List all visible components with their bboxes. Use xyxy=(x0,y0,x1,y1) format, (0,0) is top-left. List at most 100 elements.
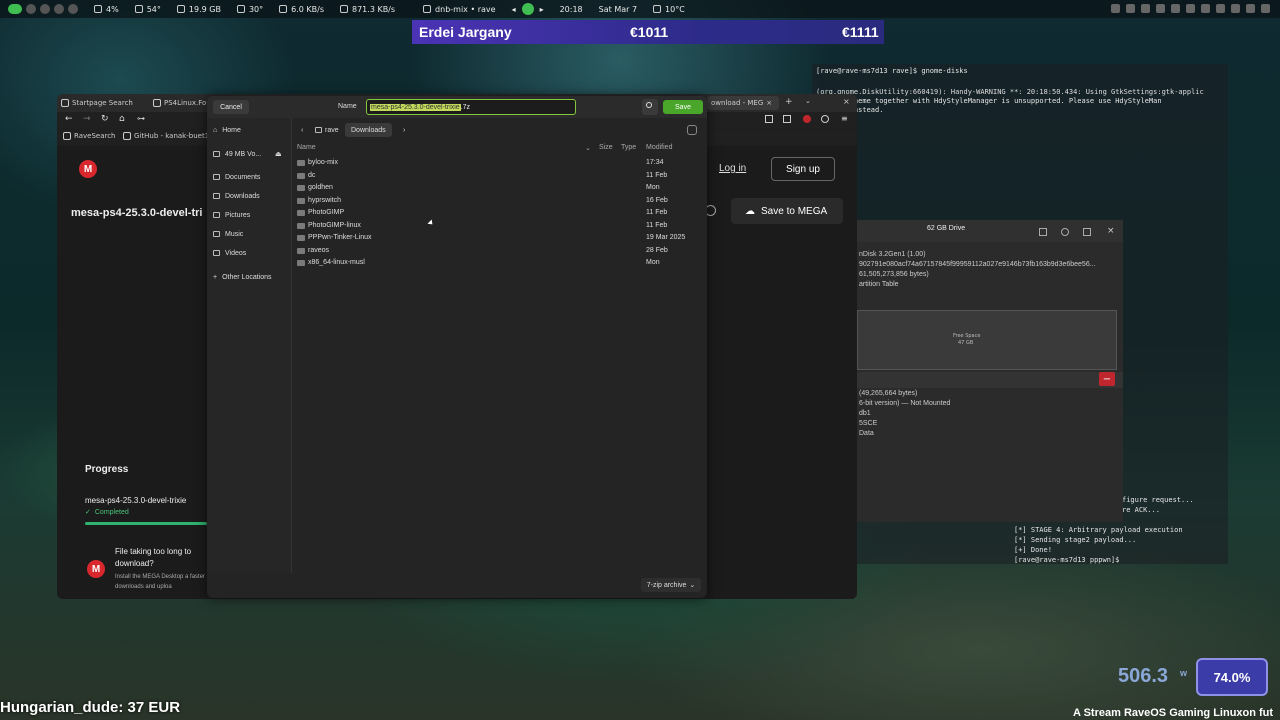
sidebar-item-downloads[interactable]: Downloads xyxy=(207,188,292,204)
folder-icon xyxy=(297,222,305,229)
workspace-indicator[interactable] xyxy=(0,0,86,18)
save-to-mega-button[interactable]: ☁ Save to MEGA xyxy=(731,198,843,224)
next-track-icon[interactable]: ▸ xyxy=(540,5,544,14)
path-forward-icon[interactable]: › xyxy=(397,123,411,137)
power-unit: w xyxy=(1180,668,1188,678)
tray-icon-11[interactable] xyxy=(1261,4,1270,13)
clock[interactable]: 20:18 xyxy=(560,5,583,14)
close-window-icon[interactable]: × xyxy=(843,97,850,106)
workspace-1[interactable] xyxy=(8,4,22,14)
eject-icon[interactable]: ⏏ xyxy=(275,150,282,158)
tray-icon-3[interactable] xyxy=(1141,4,1150,13)
tab-list-icon[interactable]: ⌄ xyxy=(805,97,811,105)
menu-icon[interactable] xyxy=(1083,228,1091,236)
column-modified[interactable]: Modified xyxy=(646,144,672,151)
workspace-2[interactable] xyxy=(26,4,36,14)
date[interactable]: Sat Mar 7 xyxy=(599,5,637,14)
workspace-4[interactable] xyxy=(54,4,64,14)
column-type[interactable]: Type xyxy=(621,144,636,151)
tray-icon-9[interactable] xyxy=(1231,4,1240,13)
volume-size: (49,265,664 bytes) xyxy=(859,390,918,397)
file-row[interactable]: PhotoGIMP-linux 11 Feb xyxy=(293,220,707,233)
gnome-disks-window[interactable]: 62 GB Drive × nDisk 3.2Gen1 (1.00) 90279… xyxy=(857,220,1123,522)
terminal-prompt[interactable]: [rave@rave-ms7d13 pppwn]$ xyxy=(1014,556,1124,565)
tray-icon-8[interactable] xyxy=(1216,4,1225,13)
sidebar-item-music[interactable]: Music xyxy=(207,226,292,242)
previous-track-icon[interactable]: ◂ xyxy=(512,5,516,14)
file-row[interactable]: hyprswitch 16 Feb xyxy=(293,195,707,208)
sort-chevron-icon[interactable]: ⌄ xyxy=(585,144,591,152)
tab-mega-download[interactable]: ownload - MEG × xyxy=(707,96,779,110)
tray-icon-5[interactable] xyxy=(1171,4,1180,13)
cancel-button[interactable]: Cancel xyxy=(213,100,249,114)
sidebar-item-pictures[interactable]: Pictures xyxy=(207,207,292,223)
workspace-5[interactable] xyxy=(68,4,78,14)
terminal-line: figure request... xyxy=(1122,496,1194,504)
media-title[interactable]: dnb-mix • rave xyxy=(435,5,496,14)
new-folder-icon[interactable] xyxy=(687,125,697,135)
puzzle-icon[interactable] xyxy=(783,115,791,123)
filename-input[interactable]: mesa-ps4-25.3.0-devel-trixie .7z xyxy=(366,99,576,115)
forward-icon[interactable]: → xyxy=(83,114,91,124)
sidebar-item-videos[interactable]: Videos xyxy=(207,245,292,261)
tab-ps4linux[interactable]: PS4Linux.Fo xyxy=(153,96,213,110)
file-modified: 11 Feb xyxy=(646,209,668,216)
ublock-icon[interactable] xyxy=(803,115,811,123)
close-tab-icon[interactable]: × xyxy=(766,99,772,107)
sidebar-item-home[interactable]: ⌂ Home xyxy=(207,122,292,138)
play-pause-button[interactable] xyxy=(521,3,534,15)
workspace-3[interactable] xyxy=(40,4,50,14)
login-link[interactable]: Log in xyxy=(719,163,746,174)
tray-icon-4[interactable] xyxy=(1156,4,1165,13)
file-type-filter[interactable]: 7-zip archive ⌄ xyxy=(641,578,701,592)
reload-icon[interactable]: ↻ xyxy=(101,114,109,124)
folder-icon xyxy=(297,160,305,166)
tray-icon-10[interactable] xyxy=(1246,4,1255,13)
save-button[interactable]: Save xyxy=(663,100,703,114)
file-list-header: Name ⌄ Size Type Modified xyxy=(293,144,707,154)
sidebar-item-volume[interactable]: 49 MB Vo... ⏏ xyxy=(207,146,292,162)
file-row[interactable]: raveos 28 Feb xyxy=(293,245,707,258)
back-icon[interactable]: ← xyxy=(65,114,73,124)
mega-logo[interactable]: M xyxy=(79,160,97,178)
remove-partition-button[interactable]: − xyxy=(1099,372,1115,386)
new-tab-icon[interactable]: + xyxy=(785,97,793,107)
close-icon[interactable]: × xyxy=(1107,226,1115,236)
memory-usage: 19.9 GB xyxy=(188,4,221,14)
sidebar-item-label: Documents xyxy=(225,173,261,181)
tab-startpage[interactable]: Startpage Search xyxy=(61,96,149,110)
extensions-icon[interactable]: ⊶ xyxy=(137,114,145,123)
crumb-rave[interactable]: rave xyxy=(309,123,345,137)
downloads-icon[interactable] xyxy=(765,115,773,123)
file-row[interactable]: byloo-mix 17:34 xyxy=(293,157,707,170)
hamburger-menu-icon[interactable]: ≡ xyxy=(841,114,848,123)
file-row[interactable]: x86_64-linux-musl Mon xyxy=(293,257,707,270)
tray-icon-2[interactable] xyxy=(1126,4,1135,13)
tray-icon-1[interactable] xyxy=(1111,4,1120,13)
bookmark-github[interactable]: GitHub - kanak-buet1... xyxy=(123,132,216,140)
account-icon[interactable] xyxy=(821,115,829,123)
power-icon[interactable] xyxy=(1061,228,1069,236)
search-button[interactable] xyxy=(642,99,658,115)
column-name[interactable]: Name xyxy=(297,144,316,151)
tray-icon-7[interactable] xyxy=(1201,4,1210,13)
tray-icon-6[interactable] xyxy=(1186,4,1195,13)
path-back-icon[interactable]: ‹ xyxy=(295,123,309,137)
crumb-downloads[interactable]: Downloads xyxy=(345,123,392,137)
file-row[interactable]: dc 11 Feb xyxy=(293,170,707,183)
save-file-dialog[interactable]: Cancel Name mesa-ps4-25.3.0-devel-trixie… xyxy=(207,96,707,598)
signup-button[interactable]: Sign up xyxy=(771,157,835,181)
github-icon xyxy=(123,132,131,140)
folder-icon xyxy=(213,231,220,237)
file-row[interactable]: PhotoGIMP 11 Feb xyxy=(293,207,707,220)
bookmark-ravesearch[interactable]: RaveSearch xyxy=(63,132,116,140)
sidebar-item-documents[interactable]: Documents xyxy=(207,169,292,185)
file-row[interactable]: PPPwn-Tinker-Linux 19 Mar 2025 xyxy=(293,232,707,245)
volume-graph[interactable]: Free Space 47 GB xyxy=(857,310,1117,370)
folder-icon xyxy=(213,193,220,199)
eject-icon[interactable] xyxy=(1039,228,1047,236)
home-icon[interactable]: ⌂ xyxy=(119,114,125,124)
column-size[interactable]: Size xyxy=(599,144,613,151)
sidebar-item-other-locations[interactable]: + Other Locations xyxy=(207,269,292,285)
file-row[interactable]: goldhen Mon xyxy=(293,182,707,195)
